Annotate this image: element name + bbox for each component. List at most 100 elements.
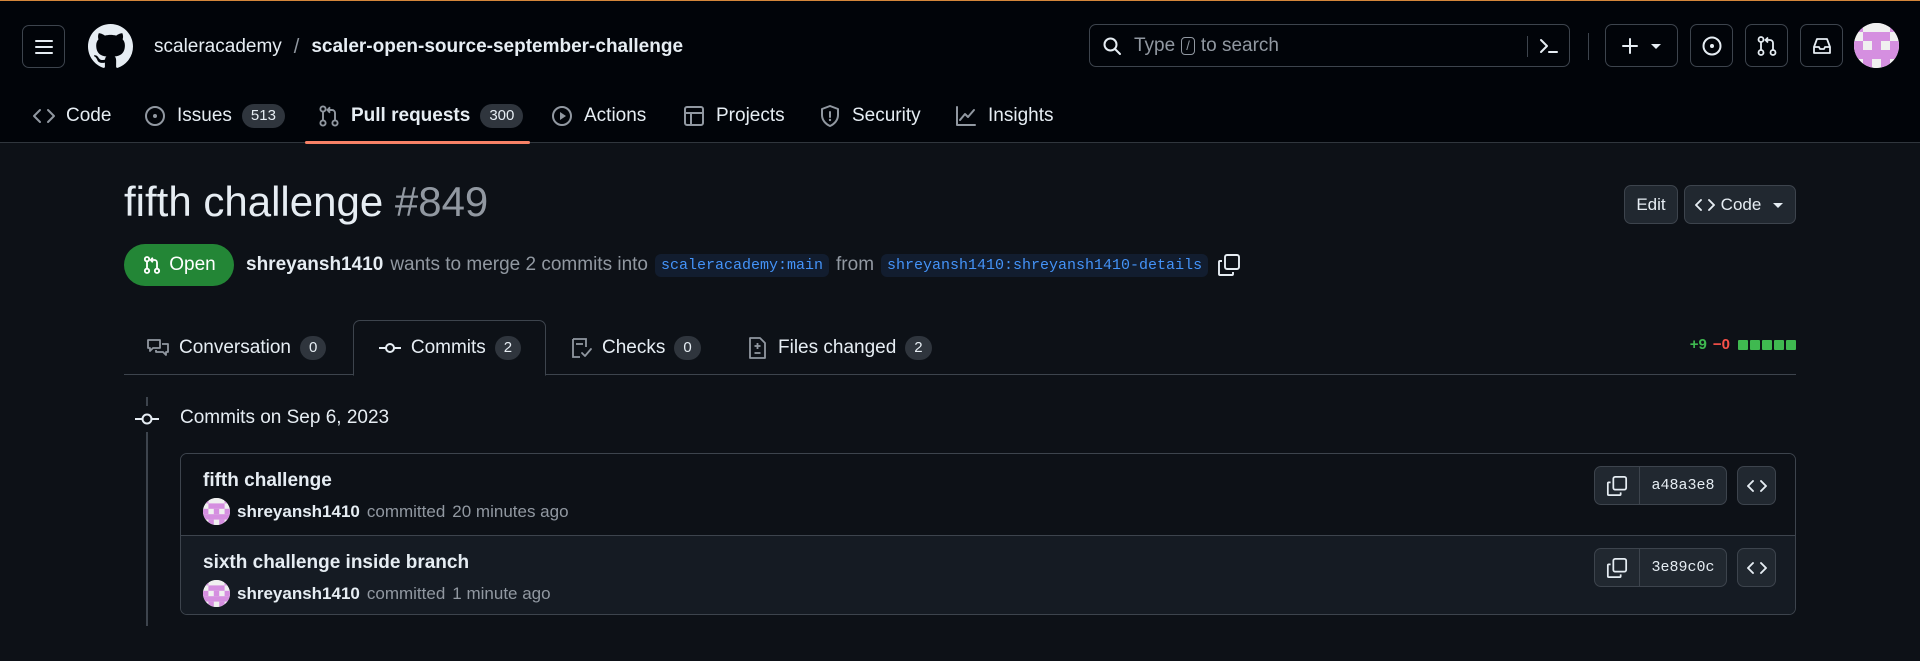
search-placeholder: Type / to search xyxy=(1134,35,1279,57)
tab-commits[interactable]: Commits 2 xyxy=(353,320,546,376)
inbox-icon xyxy=(1812,37,1831,54)
tab-conversation-label: Conversation xyxy=(179,336,291,358)
pr-tabs: Conversation 0 Commits 2 Checks 0 Files … xyxy=(124,320,1796,376)
table-icon xyxy=(684,105,704,126)
pr-state-label: Open xyxy=(169,254,216,275)
copy-sha-button[interactable] xyxy=(1595,549,1640,586)
commit-title-link[interactable]: sixth challenge inside branch xyxy=(203,552,469,574)
tab-files-changed[interactable]: Files changed 2 xyxy=(745,320,932,375)
nav-tab-actions[interactable]: Actions xyxy=(550,87,646,144)
commit-sha-link[interactable]: 3e89c0c xyxy=(1640,549,1726,586)
inbox-button[interactable] xyxy=(1800,24,1843,67)
nav-tab-issues-label: Issues xyxy=(177,104,232,126)
create-new-button[interactable] xyxy=(1605,24,1678,67)
commit-title-link[interactable]: fifth challenge xyxy=(203,470,332,492)
base-branch-link[interactable]: scaleracademy:main xyxy=(654,253,830,277)
identicon-avatar xyxy=(203,580,230,607)
copy-icon xyxy=(1606,557,1628,578)
code-dropdown-button[interactable]: Code xyxy=(1684,185,1796,224)
tab-files-changed-label: Files changed xyxy=(778,336,897,358)
repo-owner-link[interactable]: scaleracademy xyxy=(154,36,282,58)
diffstat: +9 −0 xyxy=(1690,336,1796,353)
copy-sha-button[interactable] xyxy=(1595,467,1640,504)
commit-action-text: committed xyxy=(366,501,446,521)
nav-tab-issues[interactable]: Issues 513 xyxy=(143,87,285,144)
pr-number: #849 xyxy=(394,178,489,225)
pr-author-link[interactable]: shreyansh1410 xyxy=(246,254,383,276)
breadcrumb: scaleracademy / scaler-open-source-septe… xyxy=(154,34,683,60)
commit-author-link[interactable]: shreyansh1410 xyxy=(237,584,360,604)
nav-tab-security[interactable]: Security xyxy=(818,87,921,144)
git-commit-icon xyxy=(378,343,401,353)
pr-summary: shreyansh1410 wants to merge 2 commits i… xyxy=(246,252,1241,278)
caret-down-icon xyxy=(1773,202,1784,208)
commit-sha-link[interactable]: a48a3e8 xyxy=(1640,467,1726,504)
code-dropdown-label: Code xyxy=(1720,194,1762,214)
shield-icon xyxy=(821,104,839,127)
repo-nav: Code Issues 513 Pull requests 300 Action… xyxy=(0,87,1920,144)
head-branch-link[interactable]: shreyansh1410:shreyansh1410-details xyxy=(881,253,1209,277)
git-pull-request-icon xyxy=(319,104,339,127)
issues-counter: 513 xyxy=(241,103,285,128)
play-icon xyxy=(552,105,572,126)
commit-meta: shreyansh1410 committed 20 minutes ago xyxy=(203,498,569,525)
avatar[interactable] xyxy=(203,498,230,525)
commit-sha-group: a48a3e8 xyxy=(1594,466,1727,505)
tab-checks[interactable]: Checks 0 xyxy=(569,320,701,375)
list-item: fifth challenge shreyansh1410 committed xyxy=(181,454,1795,534)
command-palette-icon[interactable] xyxy=(1538,35,1560,57)
browse-repo-button[interactable] xyxy=(1737,466,1776,505)
nav-tab-projects[interactable]: Projects xyxy=(682,87,785,144)
list-item: sixth challenge inside branch shreyansh1… xyxy=(181,535,1795,614)
git-pull-request-icon xyxy=(144,256,161,274)
checklist-icon xyxy=(572,337,592,358)
from-text: from xyxy=(836,254,875,275)
tab-conversation[interactable]: Conversation 0 xyxy=(146,320,327,375)
issues-button[interactable] xyxy=(1690,24,1733,67)
code-icon xyxy=(1746,479,1767,492)
commit-list: fifth challenge shreyansh1410 committed xyxy=(180,453,1796,615)
additions-count: +9 xyxy=(1689,336,1707,353)
timeline-commit-marker xyxy=(134,406,160,432)
nav-tab-code-label: Code xyxy=(66,104,112,126)
nav-tab-pull-requests-label: Pull requests xyxy=(351,104,471,126)
issue-opened-icon xyxy=(1702,36,1721,55)
user-avatar[interactable] xyxy=(1854,23,1899,68)
commit-author-link[interactable]: shreyansh1410 xyxy=(237,502,360,522)
commits-date-heading: Commits on Sep 6, 2023 xyxy=(180,407,390,428)
menu-button[interactable] xyxy=(22,25,65,68)
git-pull-request-icon xyxy=(1757,35,1776,56)
identicon-avatar xyxy=(203,498,230,525)
nav-tab-pull-requests[interactable]: Pull requests 300 xyxy=(317,87,524,144)
avatar[interactable] xyxy=(203,580,230,607)
diffstat-bar xyxy=(1738,339,1796,350)
plus-icon xyxy=(1621,37,1638,54)
repo-name-link[interactable]: scaler-open-source-september-challenge xyxy=(311,36,683,58)
git-commit-icon xyxy=(135,413,159,425)
pr-title-text: fifth challenge xyxy=(124,178,384,225)
code-icon xyxy=(1694,198,1715,211)
pulls-counter: 300 xyxy=(480,103,524,128)
browse-repo-button[interactable] xyxy=(1737,548,1776,587)
commit-sha-group: 3e89c0c xyxy=(1594,548,1727,587)
commit-action-text: committed xyxy=(366,583,446,603)
deletions-count: −0 xyxy=(1712,336,1730,353)
conversation-counter: 0 xyxy=(299,335,327,360)
edit-title-button[interactable]: Edit xyxy=(1624,185,1678,224)
tab-checks-label: Checks xyxy=(602,336,666,358)
global-header: scaleracademy / scaler-open-source-septe… xyxy=(0,0,1920,144)
copy-icon xyxy=(1606,475,1628,496)
search-divider xyxy=(1527,36,1528,57)
github-logo-icon[interactable] xyxy=(88,24,133,69)
commits-counter: 2 xyxy=(494,336,522,360)
commit-time: 20 minutes ago xyxy=(452,501,569,521)
pull-requests-button[interactable] xyxy=(1745,24,1788,67)
comment-discussion-icon xyxy=(147,338,169,356)
nav-tab-insights[interactable]: Insights xyxy=(954,87,1053,144)
copy-icon[interactable] xyxy=(1217,253,1241,277)
nav-tab-security-label: Security xyxy=(852,104,921,126)
checks-counter: 0 xyxy=(674,335,701,360)
hamburger-icon xyxy=(34,39,53,54)
nav-tab-code[interactable]: Code xyxy=(32,87,111,144)
search-input[interactable]: Type / to search xyxy=(1089,24,1570,67)
